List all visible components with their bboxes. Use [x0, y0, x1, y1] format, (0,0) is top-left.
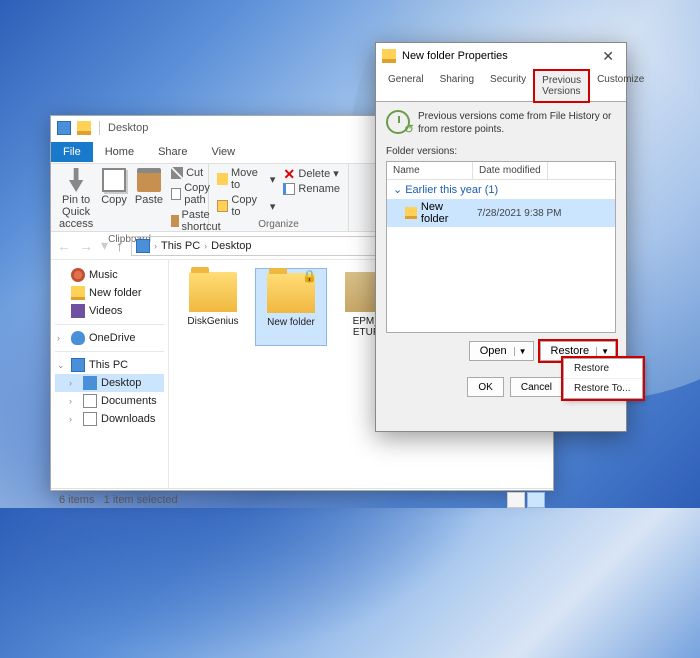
delete-icon: ✕ — [283, 168, 295, 180]
list-label: Folder versions: — [386, 146, 616, 157]
tree-thispc[interactable]: ⌄This PC — [55, 356, 164, 374]
app-icon — [57, 121, 71, 135]
versions-list[interactable]: Name Date modified ⌄Earlier this year (1… — [386, 161, 616, 333]
group-label-organize: Organize — [215, 219, 342, 230]
cut-icon — [171, 167, 183, 179]
tree-desktop[interactable]: ›Desktop — [55, 374, 164, 392]
tree-music[interactable]: Music — [55, 266, 164, 284]
copyto-icon — [217, 200, 228, 212]
delete-button[interactable]: ✕Delete ▾ — [281, 166, 342, 181]
tab-share[interactable]: Share — [146, 142, 199, 162]
pc-icon — [136, 239, 150, 253]
pin-button[interactable]: Pin to Quick access — [57, 166, 95, 232]
folder-icon — [71, 286, 85, 300]
nav-recent[interactable]: ▾ — [101, 237, 108, 254]
file-newfolder[interactable]: New folder — [255, 268, 327, 346]
window-title: Desktop — [108, 122, 148, 134]
copy-button[interactable]: Copy — [99, 166, 129, 208]
selected-count: 1 item selected — [104, 494, 178, 506]
nav-up[interactable]: ↑ — [116, 238, 123, 254]
view-details-button[interactable] — [507, 492, 525, 508]
pasteshortcut-icon — [171, 215, 178, 227]
nav-tree: Music New folder Videos ›OneDrive ⌄This … — [51, 260, 169, 488]
dialog-titlebar[interactable]: New folder Properties ✕ — [376, 43, 626, 69]
documents-icon — [83, 394, 97, 408]
tabs: General Sharing Security Previous Versio… — [376, 69, 626, 101]
chevron-down-icon[interactable]: ▼ — [596, 347, 613, 356]
version-row[interactable]: New folder 7/28/2021 9:38 PM — [387, 199, 615, 227]
nav-back[interactable]: ← — [57, 238, 71, 254]
cancel-button[interactable]: Cancel — [510, 377, 563, 397]
folder-icon — [77, 121, 91, 135]
close-button[interactable]: ✕ — [596, 48, 620, 65]
folder-icon — [405, 207, 417, 219]
tab-view[interactable]: View — [199, 142, 247, 162]
tab-previous-versions[interactable]: Previous Versions — [534, 70, 589, 102]
restore-menu: Restore Restore To... — [563, 358, 643, 399]
file-diskgenius[interactable]: DiskGenius — [177, 268, 249, 346]
downloads-icon — [83, 412, 97, 426]
history-icon — [386, 110, 410, 134]
folder-icon — [189, 272, 237, 312]
info-text: Previous versions come from File History… — [418, 110, 616, 136]
folder-lock-icon — [267, 273, 315, 313]
pc-icon — [71, 358, 85, 372]
open-button[interactable]: Open▼ — [469, 341, 534, 361]
paste-button[interactable]: Paste — [133, 166, 165, 208]
nav-forward[interactable]: → — [79, 238, 93, 254]
tab-home[interactable]: Home — [93, 142, 146, 162]
ok-button[interactable]: OK — [467, 377, 503, 397]
dialog-title: New folder Properties — [402, 50, 508, 62]
menu-restore-to[interactable]: Restore To... — [564, 378, 642, 398]
tree-documents[interactable]: ›Documents — [55, 392, 164, 410]
cloud-icon — [71, 331, 85, 345]
tab-sharing[interactable]: Sharing — [432, 69, 482, 101]
video-icon — [71, 304, 85, 318]
copyto-button[interactable]: Copy to ▾ — [215, 193, 277, 219]
rename-button[interactable]: Rename — [281, 182, 342, 196]
menu-restore[interactable]: Restore — [564, 359, 642, 378]
copypath-icon — [171, 188, 181, 200]
tree-downloads[interactable]: ›Downloads — [55, 410, 164, 428]
rename-icon — [283, 183, 295, 195]
music-icon — [71, 268, 85, 282]
moveto-icon — [217, 173, 228, 185]
desktop-icon — [83, 376, 97, 390]
tab-file[interactable]: File — [51, 142, 93, 162]
tree-videos[interactable]: Videos — [55, 302, 164, 320]
col-name[interactable]: Name — [387, 162, 473, 179]
moveto-button[interactable]: Move to ▾ — [215, 166, 277, 192]
view-icons-button[interactable] — [527, 492, 545, 508]
folder-icon — [382, 49, 396, 63]
col-date[interactable]: Date modified — [473, 162, 548, 179]
tree-newfolder[interactable]: New folder — [55, 284, 164, 302]
item-count: 6 items — [59, 494, 94, 506]
tree-onedrive[interactable]: ›OneDrive — [55, 329, 164, 347]
tab-security[interactable]: Security — [482, 69, 534, 101]
status-bar: 6 items 1 item selected — [51, 488, 553, 510]
tab-general[interactable]: General — [380, 69, 432, 101]
list-group[interactable]: ⌄Earlier this year (1) — [387, 180, 615, 199]
tab-customize[interactable]: Customize — [589, 69, 652, 101]
chevron-down-icon[interactable]: ▼ — [514, 347, 531, 356]
